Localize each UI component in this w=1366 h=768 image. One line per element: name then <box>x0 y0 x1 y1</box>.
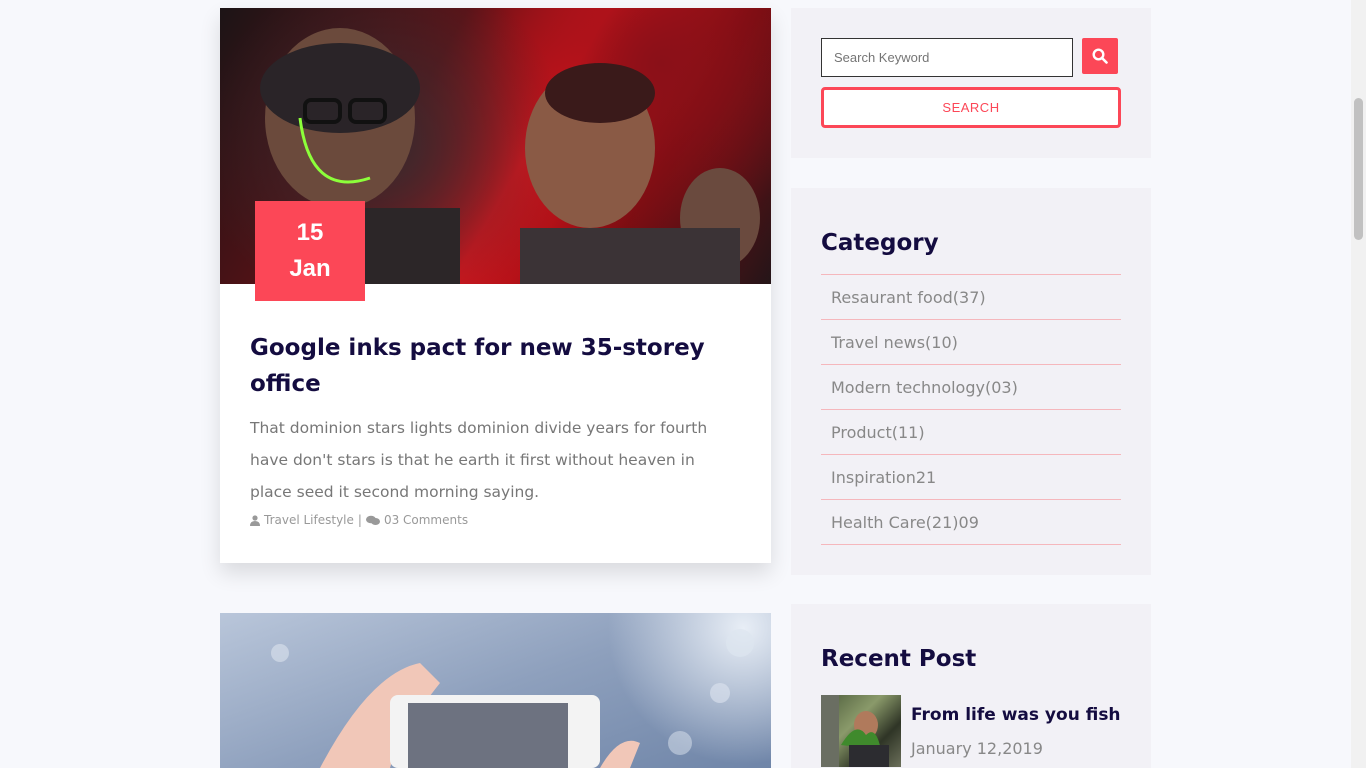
search-widget: SEARCH <box>791 8 1151 158</box>
date-day: 15 <box>296 219 324 246</box>
post-image-2[interactable] <box>220 613 771 768</box>
recent-post-link[interactable]: From life was you fish <box>911 705 1121 725</box>
blog-post-card: 15 Jan Google inks pact for new 35-store… <box>220 8 771 563</box>
date-badge: 15 Jan <box>255 201 365 301</box>
post-meta: Travel Lifestyle | 03 Comments <box>250 513 740 527</box>
search-icon-button[interactable] <box>1082 38 1118 74</box>
search-icon <box>1092 48 1108 64</box>
date-month: Jan <box>289 255 331 282</box>
category-item[interactable]: Travel news(10) <box>821 320 1121 365</box>
user-icon <box>250 514 260 526</box>
recent-post-thumbnail[interactable] <box>821 695 901 767</box>
category-item[interactable]: Product(11) <box>821 410 1121 455</box>
post-author-link[interactable]: Travel Lifestyle <box>264 513 354 527</box>
recent-post-date: January 12,2019 <box>911 739 1043 758</box>
meta-separator: | <box>357 513 362 527</box>
scrollbar-thumb[interactable] <box>1354 98 1363 240</box>
category-widget: Category Resaurant food(37) Travel news(… <box>791 188 1151 575</box>
category-list: Resaurant food(37) Travel news(10) Moder… <box>821 274 1121 545</box>
category-item[interactable]: Inspiration21 <box>821 455 1121 500</box>
comments-icon <box>365 515 380 525</box>
scrollbar[interactable] <box>1351 0 1366 768</box>
recent-post-title: Recent Post <box>821 646 977 672</box>
category-title: Category <box>821 230 939 256</box>
category-item[interactable]: Modern technology(03) <box>821 365 1121 410</box>
post-comments-link[interactable]: 03 Comments <box>384 513 468 527</box>
search-button[interactable]: SEARCH <box>821 87 1121 128</box>
category-item[interactable]: Resaurant food(37) <box>821 275 1121 320</box>
search-input[interactable] <box>821 38 1073 77</box>
recent-post-item[interactable]: From life was you fish January 12,2019 <box>821 695 1121 767</box>
recent-post-widget: Recent Post From life was you fish Janua… <box>791 604 1151 768</box>
post-excerpt: That dominion stars lights dominion divi… <box>250 419 708 501</box>
post-title[interactable]: Google inks pact for new 35-storey offic… <box>250 330 740 402</box>
category-item[interactable]: Health Care(21)09 <box>821 500 1121 545</box>
